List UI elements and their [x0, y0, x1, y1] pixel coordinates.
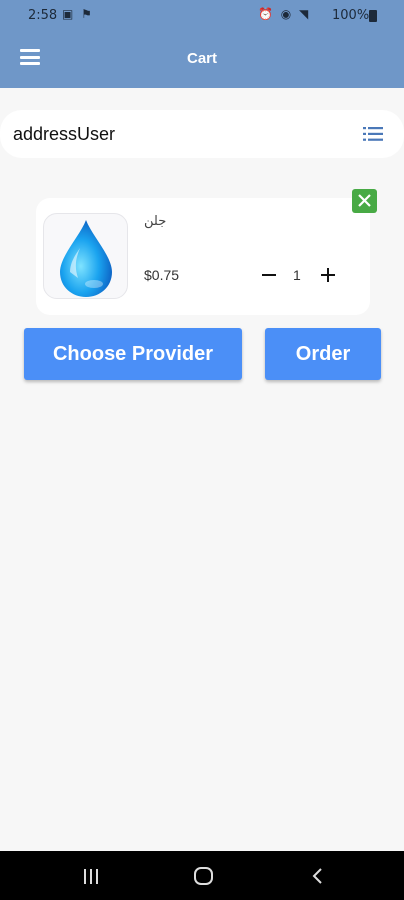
product-name: جلن	[144, 214, 167, 229]
address-card[interactable]: addressUser	[0, 110, 404, 158]
home-icon[interactable]	[194, 867, 213, 885]
back-icon[interactable]	[310, 867, 324, 885]
order-button[interactable]: Order	[265, 328, 381, 380]
address-label: addressUser	[13, 124, 116, 144]
choose-provider-button[interactable]: Choose Provider	[24, 328, 242, 380]
increase-quantity-button[interactable]	[317, 264, 339, 286]
app-bar: Cart	[0, 29, 404, 88]
system-status-icons: ⏰ ◉ ◥	[258, 7, 311, 21]
system-nav-bar	[0, 851, 404, 900]
battery-percent: 100%	[332, 8, 370, 23]
decrease-quantity-button[interactable]	[258, 264, 280, 286]
notification-icons: ▣ ⚑	[62, 7, 94, 21]
quantity-value: 1	[293, 267, 301, 283]
product-image	[43, 213, 128, 299]
recent-apps-icon[interactable]	[84, 869, 100, 884]
remove-item-button[interactable]	[352, 189, 377, 213]
status-bar: 2:58 ▣ ⚑ ⏰ ◉ ◥ 100%	[0, 0, 404, 29]
product-price: $0.75	[144, 267, 180, 283]
battery-icon	[369, 10, 377, 22]
status-time: 2:58	[28, 8, 58, 23]
list-icon[interactable]	[363, 127, 383, 141]
water-drop-icon	[60, 220, 112, 297]
page-title: Cart	[186, 50, 217, 67]
close-icon	[358, 194, 371, 207]
